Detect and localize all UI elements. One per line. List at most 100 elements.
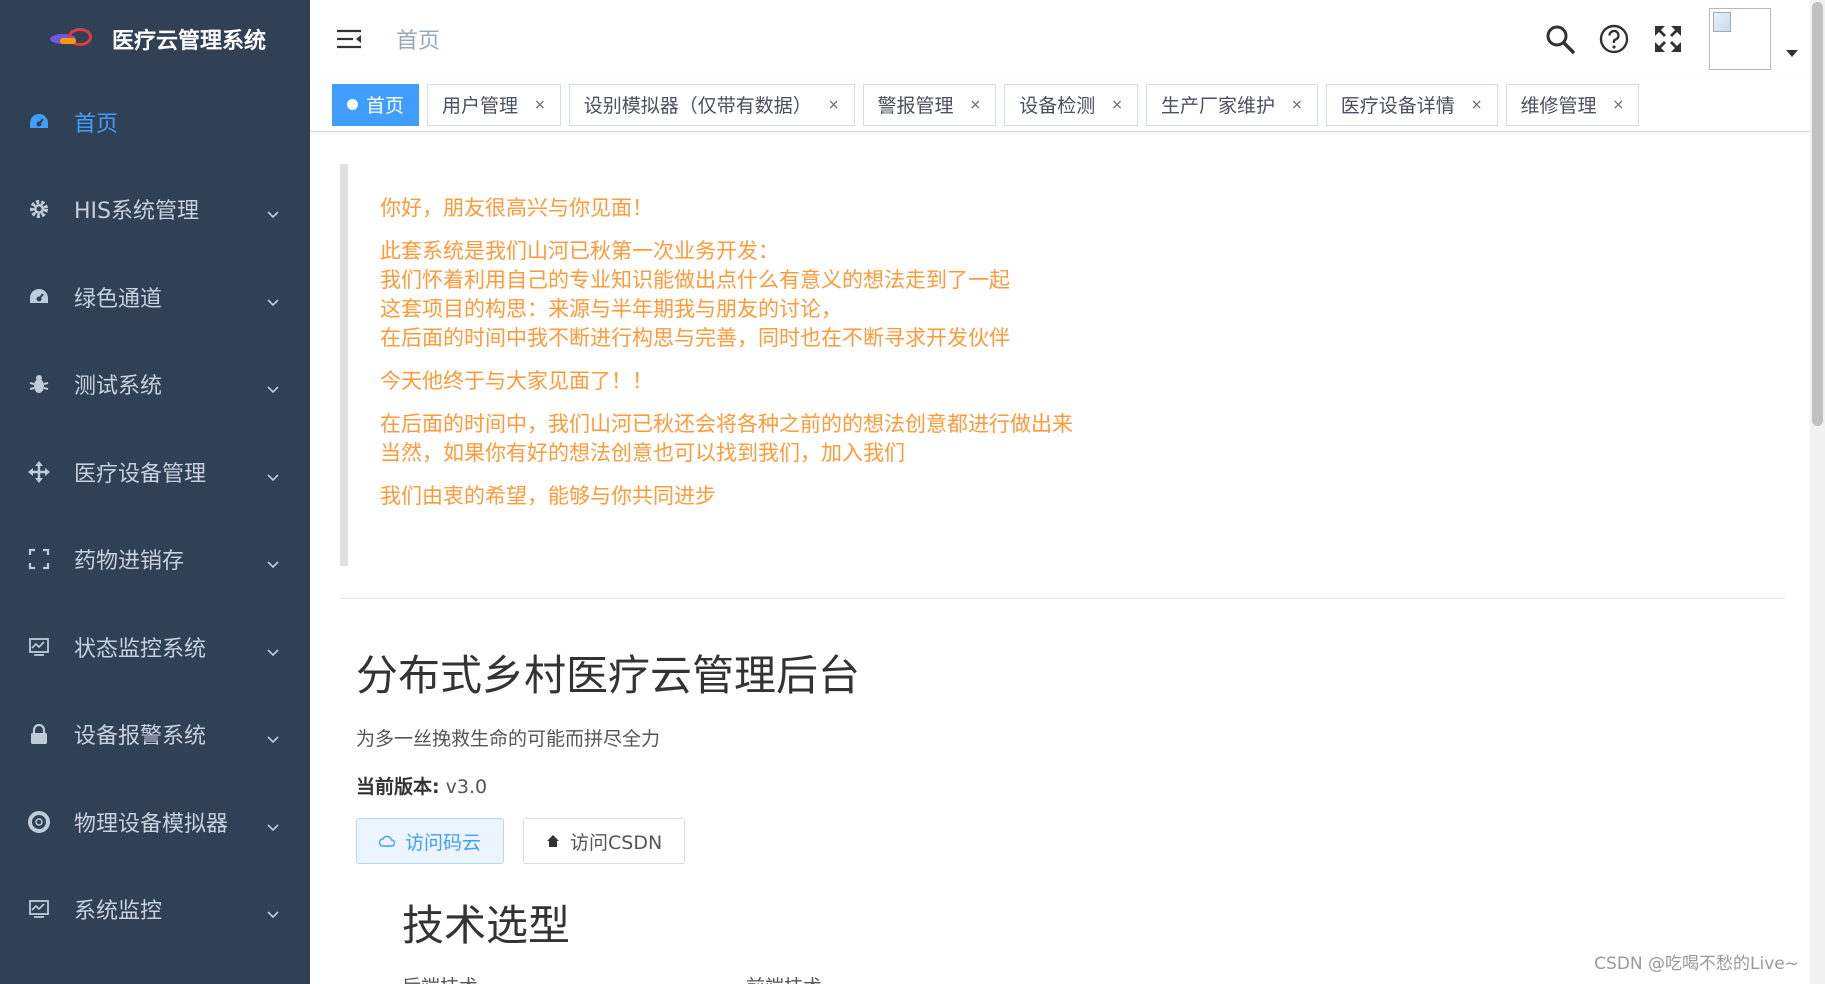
tags-view: 首页 用户管理 × 设别模拟器（仅带有数据） × 警报管理 × 设备检测 × 生… (310, 78, 1810, 132)
sidebar-item-physical-simulator[interactable]: 物理设备模拟器 (0, 778, 310, 866)
tab-user-management[interactable]: 用户管理 × (427, 83, 561, 126)
sidebar-item-green-channel[interactable]: 绿色通道 (0, 253, 310, 341)
brand[interactable]: 医疗云管理系统 (0, 0, 310, 78)
navbar: 首页 (310, 0, 1825, 78)
sidebar-item-system-monitor[interactable]: 系统监控 (0, 866, 310, 954)
welcome-line: 我们由衷的希望，能够与你共同进步 (380, 484, 716, 508)
cloud-icon (379, 835, 395, 847)
sidebar-item-label: 物理设备模拟器 (74, 811, 229, 837)
welcome-line: 这套项目的构思：来源与半年期我与朋友的讨论， (380, 297, 842, 321)
welcome-line: 此套系统是我们山河已秋第一次业务开发： (380, 239, 779, 263)
gear-icon (26, 196, 52, 222)
caret-down-icon[interactable] (1785, 45, 1799, 59)
tab-alarm-management[interactable]: 警报管理 × (862, 83, 997, 126)
watermark: CSDN @吃喝不愁的Live~ (1594, 954, 1799, 974)
backend-tech-label: 后端技术 (402, 972, 478, 984)
tab-home[interactable]: 首页 (332, 83, 420, 126)
tab-label: 用户管理 (442, 95, 519, 117)
close-icon[interactable]: × (1613, 97, 1625, 113)
brand-title: 医疗云管理系统 (112, 29, 267, 54)
close-icon[interactable]: × (1471, 97, 1483, 113)
welcome-line: 在后面的时间中，我们山河已秋还会将各种之前的的想法创意都进行做出来 (380, 412, 1073, 436)
dashboard-icon (26, 109, 52, 135)
breadcrumb: 首页 (396, 29, 441, 54)
sidebar-item-test-system[interactable]: 测试系统 (0, 341, 310, 429)
sidebar-item-label: 测试系统 (74, 374, 163, 400)
welcome-line: 在后面的时间中我不断进行构思与完善，同时也在不断寻求开发伙伴 (380, 326, 1010, 350)
divider (340, 598, 1785, 599)
tech-section-title: 技术选型 (402, 901, 571, 950)
page-title: 分布式乡村医疗云管理后台 (356, 651, 861, 700)
main-content: 你好，朋友很高兴与你见面！ 此套系统是我们山河已秋第一次业务开发： 我们怀着利用… (310, 132, 1810, 984)
brand-logo (42, 24, 98, 54)
tab-repair-management[interactable]: 维修管理 × (1505, 83, 1640, 126)
button-label: 访问码云 (405, 831, 482, 854)
visit-gitee-button[interactable]: 访问码云 (356, 818, 505, 864)
bug-icon (26, 371, 52, 397)
version-label: 当前版本: (356, 776, 440, 798)
close-icon[interactable]: × (1291, 97, 1303, 113)
tab-label: 设备检测 (1019, 95, 1096, 117)
sidebar-item-home[interactable]: 首页 (0, 78, 310, 166)
tab-label: 医疗设备详情 (1340, 95, 1455, 117)
tab-device-detection[interactable]: 设备检测 × (1004, 83, 1139, 126)
help-icon[interactable] (1595, 20, 1633, 58)
tab-device-simulator[interactable]: 设别模拟器（仅带有数据） × (568, 83, 855, 126)
close-icon[interactable]: × (1111, 97, 1123, 113)
chevron-down-icon (266, 465, 280, 481)
chevron-down-icon (266, 552, 280, 569)
sidebar-item-label: 设备报警系统 (74, 724, 207, 750)
monitor-icon (26, 896, 52, 922)
tab-manufacturer[interactable]: 生产厂家维护 × (1146, 83, 1318, 126)
close-icon[interactable]: × (970, 97, 982, 113)
scrollbar[interactable] (1810, 0, 1825, 984)
tab-label: 生产厂家维护 (1161, 95, 1276, 117)
sidebar: 医疗云管理系统 首页 HIS系统管理 绿色通道 测试系统 医疗设备管理 药物进销… (0, 0, 310, 984)
home-icon (546, 834, 560, 848)
visit-csdn-button[interactable]: 访问CSDN (523, 818, 686, 864)
frontend-tech-label: 前端技术 (746, 972, 822, 984)
avatar[interactable] (1709, 8, 1771, 70)
welcome-line: 我们怀着利用自己的专业知识能做出点什么有意义的想法走到了一起 (380, 268, 1010, 292)
sidebar-menu: 首页 HIS系统管理 绿色通道 测试系统 医疗设备管理 药物进销存 状态监控系统… (0, 78, 310, 953)
tab-device-detail[interactable]: 医疗设备详情 × (1325, 83, 1498, 126)
welcome-line: 今天他终于与大家见面了！！ (380, 369, 653, 393)
expand-icon (26, 546, 52, 572)
welcome-blockquote: 你好，朋友很高兴与你见面！ 此套系统是我们山河已秋第一次业务开发： 我们怀着利用… (340, 164, 1740, 566)
button-label: 访问CSDN (570, 831, 663, 854)
tab-label: 设别模拟器（仅带有数据） (583, 95, 812, 117)
sidebar-item-label: 首页 (74, 111, 119, 137)
page-subtitle: 为多一丝挽救生命的可能而拼尽全力 (356, 728, 661, 750)
sidebar-item-label: 绿色通道 (74, 286, 163, 312)
tab-label: 维修管理 (1520, 95, 1597, 117)
sidebar-item-device-alarm[interactable]: 设备报警系统 (0, 691, 310, 779)
sidebar-item-medical-devices[interactable]: 医疗设备管理 (0, 428, 310, 516)
close-icon[interactable]: × (534, 97, 546, 113)
sidebar-item-label: 医疗设备管理 (74, 461, 207, 487)
hamburger-icon[interactable] (334, 24, 364, 54)
tab-label: 首页 (366, 95, 405, 117)
chevron-down-icon (266, 640, 280, 656)
chevron-down-icon (266, 290, 280, 306)
fullscreen-icon[interactable] (1649, 20, 1687, 58)
sidebar-item-label: 药物进销存 (74, 549, 185, 575)
sidebar-item-drug-inventory[interactable]: 药物进销存 (0, 516, 310, 604)
sidebar-item-his[interactable]: HIS系统管理 (0, 166, 310, 254)
dashboard-icon (26, 284, 52, 310)
chevron-down-icon (266, 902, 280, 919)
chevron-down-icon (266, 202, 280, 219)
lifebuoy-icon (26, 809, 52, 835)
active-dot-icon (347, 99, 358, 110)
welcome-line: 你好，朋友很高兴与你见面！ (380, 196, 653, 220)
tab-label: 警报管理 (877, 95, 954, 117)
sidebar-item-status-monitor[interactable]: 状态监控系统 (0, 603, 310, 691)
search-icon[interactable] (1541, 20, 1579, 58)
version-info: 当前版本: v3.0 (356, 772, 487, 799)
chevron-down-icon (266, 727, 280, 744)
welcome-line: 当然，如果你有好的想法创意也可以找到我们，加入我们 (380, 441, 905, 465)
header-actions (1525, 0, 1799, 78)
scrollbar-thumb[interactable] (1812, 2, 1823, 426)
close-icon[interactable]: × (828, 97, 840, 113)
sidebar-item-label: HIS系统管理 (74, 199, 199, 225)
chevron-down-icon (266, 815, 280, 831)
